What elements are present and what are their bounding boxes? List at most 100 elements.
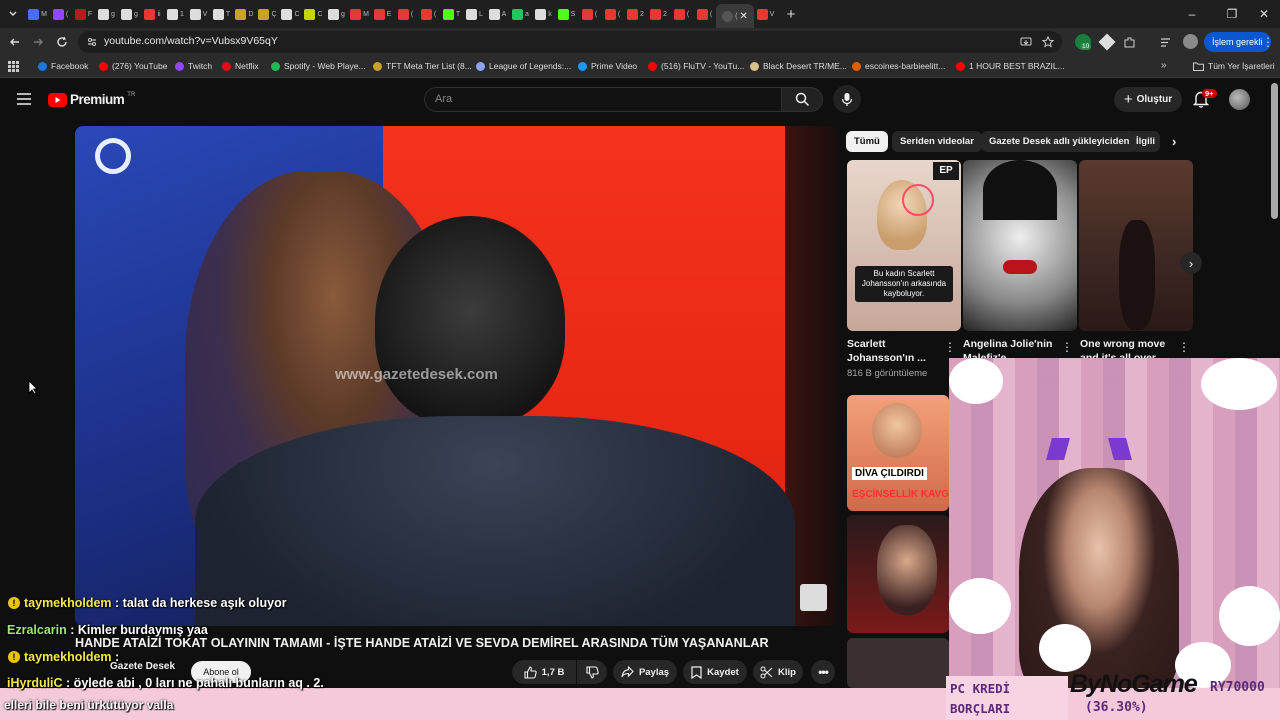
bookmark-item[interactable]: League of Legends:... xyxy=(476,61,571,71)
short-thumb-2[interactable] xyxy=(963,160,1077,331)
address-bar[interactable]: youtube.com/watch?v=Vubsx9V65qY xyxy=(78,31,1062,53)
chip-uploader[interactable]: Gazete Desek adlı yükleyiciden xyxy=(981,131,1138,152)
browser-tab[interactable]: F xyxy=(72,4,95,24)
voice-search-button[interactable] xyxy=(833,85,861,113)
browser-tab[interactable]: ( xyxy=(394,4,417,24)
browser-tab[interactable]: V xyxy=(754,4,777,24)
more-actions-button[interactable]: ••• xyxy=(811,660,835,684)
apps-grid-icon[interactable] xyxy=(8,61,19,72)
tab-search-button[interactable] xyxy=(0,4,26,24)
account-avatar[interactable] xyxy=(1229,89,1250,110)
browser-tab[interactable]: 2 xyxy=(647,4,670,24)
browser-tab[interactable]: T xyxy=(210,4,233,24)
browser-tab[interactable]: V xyxy=(187,4,210,24)
short-more-icon-2[interactable]: ⋮ xyxy=(1061,340,1073,354)
browser-tab[interactable]: S xyxy=(555,4,578,24)
bookmark-item[interactable]: Facebook xyxy=(38,61,88,71)
action-required-button[interactable]: İşlem gerekli xyxy=(1204,32,1271,52)
video-player[interactable]: www.gazetedesek.com xyxy=(75,126,836,626)
short-title-1[interactable]: Scarlett Johansson'ın ... xyxy=(847,337,947,365)
extensions-puzzle-icon[interactable] xyxy=(1123,36,1136,49)
reload-button[interactable] xyxy=(52,32,72,52)
browser-tab[interactable]: ( xyxy=(578,4,601,24)
related-thumb-2[interactable] xyxy=(847,515,949,633)
back-button[interactable] xyxy=(5,32,25,52)
browser-tab[interactable]: g xyxy=(325,4,348,24)
chip-series[interactable]: Seriden videolar xyxy=(892,131,982,152)
all-bookmarks-folder[interactable]: Tüm Yer İşaretleri xyxy=(1193,61,1275,71)
like-button[interactable]: 1,7 B xyxy=(512,660,576,684)
short-more-icon-3[interactable]: ⋮ xyxy=(1178,340,1190,354)
bookmark-item[interactable]: Black Desert TR/ME... xyxy=(750,61,847,71)
close-window-button[interactable]: ✕ xyxy=(1244,0,1280,28)
bookmark-star-icon[interactable] xyxy=(1042,36,1054,48)
browser-tab[interactable]: ii xyxy=(141,4,164,24)
browser-tab[interactable]: A xyxy=(486,4,509,24)
forward-button[interactable] xyxy=(28,32,48,52)
browser-tab[interactable]: C xyxy=(279,4,302,24)
bookmark-item[interactable]: TFT Meta Tier List (8... xyxy=(373,61,472,71)
browser-menu-icon[interactable]: ⋮ xyxy=(1262,35,1274,49)
youtube-logo[interactable]: Premium TR xyxy=(48,92,135,107)
related-thumb-1[interactable]: DİVA ÇILDIRDI EŞCİNSELLİK KAVG xyxy=(847,395,949,511)
browser-tab[interactable]: k xyxy=(532,4,555,24)
media-controls-icon[interactable] xyxy=(1159,36,1172,49)
search-button[interactable] xyxy=(781,87,823,112)
minimize-button[interactable]: – xyxy=(1172,0,1212,28)
bookmark-item[interactable]: escoines-barbieelitt... xyxy=(852,61,945,71)
browser-tab[interactable]: ( xyxy=(601,4,624,24)
browser-tab[interactable]: ( xyxy=(693,4,716,24)
install-app-icon[interactable] xyxy=(1020,36,1032,48)
search-input[interactable]: Ara xyxy=(424,87,782,112)
bookmark-item[interactable]: Prime Video xyxy=(578,61,637,71)
browser-tab[interactable]: 1 xyxy=(164,4,187,24)
browser-tab[interactable]: a xyxy=(509,4,532,24)
related-thumb-3[interactable] xyxy=(847,638,949,688)
browser-tab[interactable]: g xyxy=(118,4,141,24)
hamburger-menu-icon[interactable] xyxy=(17,93,31,105)
chip-related[interactable]: İlgili xyxy=(1130,131,1160,152)
browser-tab[interactable]: 2 xyxy=(624,4,647,24)
clip-button[interactable]: Klip xyxy=(753,660,803,684)
browser-tab[interactable]: ( xyxy=(49,4,72,24)
bookmark-item[interactable]: (276) YouTube xyxy=(99,61,167,71)
site-info-icon[interactable] xyxy=(86,36,98,48)
bookmark-item[interactable]: 1 HOUR BEST BRAZIL... xyxy=(956,61,1065,71)
browser-tab[interactable]: C xyxy=(302,4,325,24)
chips-next-icon[interactable]: › xyxy=(1172,134,1176,149)
channel-name[interactable]: Gazete Desek xyxy=(110,661,175,672)
sponsor-logo: ByNoGame xyxy=(1070,670,1198,698)
browser-tab[interactable]: ( xyxy=(670,4,693,24)
new-tab-button[interactable]: + xyxy=(777,4,805,24)
chip-all[interactable]: Tümü xyxy=(846,131,888,152)
browser-tab[interactable]: L xyxy=(463,4,486,24)
shorts-next-button[interactable]: › xyxy=(1180,252,1202,274)
extension-diamond-icon[interactable] xyxy=(1098,33,1116,51)
browser-tab[interactable]: M xyxy=(348,4,371,24)
page-scrollbar-thumb[interactable] xyxy=(1271,83,1278,219)
more-bookmarks-icon[interactable]: » xyxy=(1161,60,1167,71)
browser-tab[interactable]: M xyxy=(26,4,49,24)
bookmark-item[interactable]: Twitch xyxy=(175,61,212,71)
bookmark-item[interactable]: Netflix xyxy=(222,61,259,71)
profile-avatar[interactable] xyxy=(1183,34,1198,49)
dislike-button[interactable] xyxy=(577,660,607,684)
tab-close-icon[interactable]: ✕ xyxy=(739,11,747,22)
browser-tab[interactable]: ( xyxy=(417,4,440,24)
channel-watermark-icon[interactable] xyxy=(800,584,827,611)
short-thumb-lips xyxy=(1003,260,1037,274)
browser-tab[interactable]: D xyxy=(233,4,256,24)
bookmark-item[interactable]: Spotify - Web Playe... xyxy=(271,61,366,71)
browser-tab[interactable]: E xyxy=(371,4,394,24)
short-thumb-3[interactable] xyxy=(1079,160,1193,331)
bookmark-item[interactable]: (516) FluTV - YouTu... xyxy=(648,61,744,71)
short-thumb-1[interactable]: EP Bu kadın Scarlett Johansson'ın arkası… xyxy=(847,160,961,331)
browser-tab[interactable]: T xyxy=(440,4,463,24)
browser-tab[interactable]: g xyxy=(95,4,118,24)
save-button[interactable]: Kaydet xyxy=(683,660,747,684)
short-more-icon-1[interactable]: ⋮ xyxy=(944,340,956,354)
create-button[interactable]: + Oluştur xyxy=(1114,87,1182,112)
browser-tab-active[interactable]: ( ✕ xyxy=(716,4,754,28)
share-button[interactable]: Paylaş xyxy=(613,660,677,684)
browser-tab[interactable]: Ç xyxy=(256,4,279,24)
